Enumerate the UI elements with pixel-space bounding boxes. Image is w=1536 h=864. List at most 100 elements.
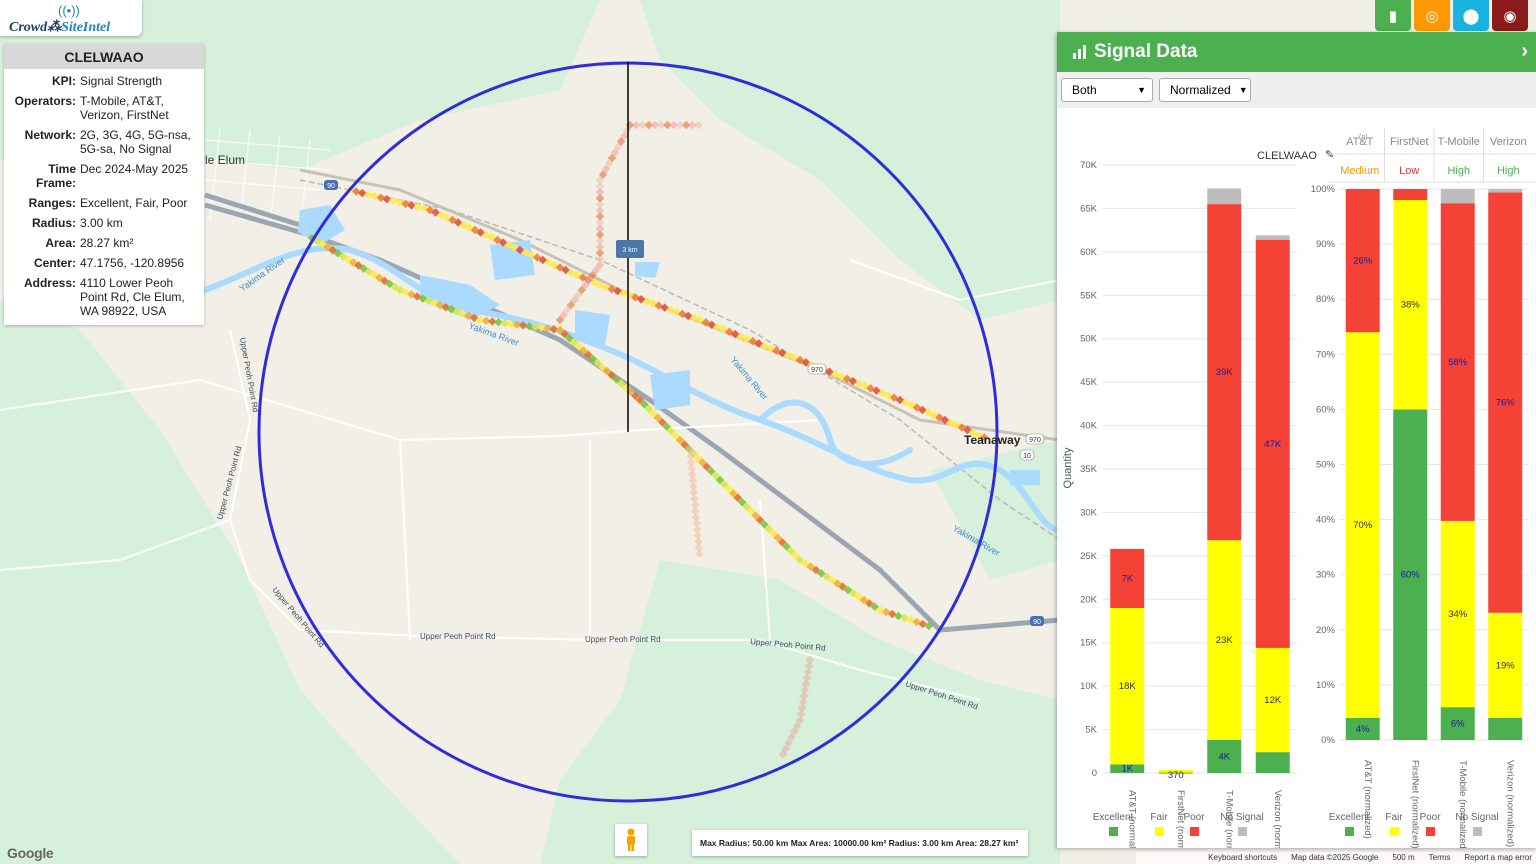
y-tick-label: 10% — [1316, 680, 1336, 691]
legend-label: Fair — [1385, 812, 1403, 823]
info-value: Signal Strength — [80, 74, 163, 88]
site-info-rows: KPI: Signal Strength Operators: T-Mobile, A… — [4, 73, 204, 325]
info-value: 47.1756, -120.8956 — [80, 256, 185, 270]
x-tick-label: Verizon (normalized) — [1272, 790, 1283, 848]
y-tick-label: 5K — [1085, 725, 1097, 736]
operator-header: T-Mobile — [1438, 136, 1480, 148]
collapse-chevron-icon[interactable]: › — [1521, 40, 1528, 63]
legend-swatch — [1426, 827, 1435, 836]
data-label: 39K — [1216, 367, 1234, 378]
y-tick-label: 80% — [1316, 294, 1336, 305]
data-label: 58% — [1448, 357, 1468, 368]
data-label: 6% — [1451, 719, 1465, 730]
legend-label: Excellent — [1329, 812, 1370, 823]
y-tick-label: 20K — [1080, 594, 1098, 605]
y-tick-label: 40% — [1316, 515, 1336, 526]
panel-controls: Both ▼ Normalized ▼ — [1057, 72, 1536, 108]
location-pin-icon[interactable]: ⬤ — [1453, 0, 1489, 31]
keyboard-shortcuts-link[interactable]: Keyboard shortcuts — [1208, 853, 1277, 863]
y-tick-label: 50K — [1080, 334, 1098, 345]
data-label: 70% — [1353, 520, 1373, 531]
data-label: 12K — [1264, 695, 1282, 706]
legend-swatch — [1345, 827, 1354, 836]
signal-data-panel: Signal Data › Both ▼ Normalized ▼ CLELWAAO… — [1057, 32, 1536, 848]
y-tick-label: 50% — [1316, 460, 1336, 471]
info-key: Radius: — [31, 216, 76, 230]
info-row: Ranges: Excellent, Fair, Poor — [4, 195, 204, 211]
map-scale[interactable]: 500 m — [1392, 853, 1414, 863]
y-tick-label: 15K — [1080, 638, 1098, 649]
chevron-down-icon: ▼ — [1238, 85, 1248, 95]
x-tick-label: Verizon (normalized) — [1504, 760, 1515, 847]
data-label: 47K — [1264, 439, 1282, 450]
lake — [650, 370, 690, 410]
terms-link[interactable]: Terms — [1429, 853, 1451, 863]
y-tick-label: 90% — [1316, 239, 1336, 250]
operator-select[interactable]: Both ▼ — [1061, 78, 1153, 102]
y-tick-label: 65K — [1080, 203, 1098, 214]
google-logo: Google — [7, 845, 54, 861]
highway-shield-label: 970 — [1029, 437, 1041, 444]
chart-title: CLELWAAO — [1257, 150, 1317, 162]
y-tick-label: 45K — [1080, 377, 1098, 388]
info-key: Area: — [45, 236, 76, 250]
legend-swatch — [1390, 827, 1399, 836]
y-tick-label: 60K — [1080, 247, 1098, 258]
highway-shield-label: 90 — [1033, 619, 1041, 626]
bar-segment — [1255, 235, 1290, 240]
road-label: Upper Peoh Point Rd — [420, 632, 496, 641]
street-view-pegman-icon[interactable] — [615, 824, 647, 856]
data-label: 23K — [1216, 635, 1234, 646]
info-key: Ranges: — [28, 196, 76, 210]
info-row: KPI: Signal Strength — [4, 73, 204, 89]
bar-segment — [1255, 752, 1290, 773]
target-icon[interactable]: ◎ — [1414, 0, 1450, 31]
data-label: 370 — [1168, 770, 1184, 781]
lake — [575, 310, 610, 345]
legend-label: Poor — [1419, 812, 1441, 823]
antenna-icon: ((•)) — [58, 3, 80, 18]
report-error-link[interactable]: Report a map error — [1464, 853, 1532, 863]
x-tick-label: FirstNet (normalized) — [1409, 760, 1420, 848]
bar-segment — [1488, 189, 1523, 193]
y-tick-label: 70K — [1080, 160, 1098, 171]
info-value: T-Mobile, AT&T, Verizon, FirstNet — [80, 94, 169, 122]
info-key: Center: — [33, 256, 76, 270]
operator-rank: High — [1447, 165, 1470, 177]
info-value: Excellent, Fair, Poor — [80, 196, 188, 210]
chart-icon[interactable]: ▮ — [1375, 0, 1411, 31]
y-tick-label: 35K — [1080, 464, 1098, 475]
info-key: Operators: — [14, 94, 76, 108]
x-tick-label: T-Mobile (normalized) — [1457, 760, 1468, 848]
edit-pencil-icon: ✎ — [1325, 149, 1334, 161]
info-value: 2G, 3G, 4G, 5G-nsa, 5G-sa, No Signal — [80, 128, 191, 156]
info-row: Center: 47.1756, -120.8956 — [4, 255, 204, 271]
info-row: Operators: T-Mobile, AT&T, Verizon, First… — [4, 93, 204, 123]
operator-header: FirstNet — [1390, 136, 1429, 148]
y-tick-label: 0 — [1092, 768, 1097, 779]
y-tick-label: 60% — [1316, 404, 1336, 415]
map-status-box: Max Radius: 50.00 km Max Area: 10000.00 … — [692, 830, 1028, 856]
data-label: 1K — [1121, 764, 1133, 775]
legend-swatch — [1109, 827, 1118, 836]
bar-segment — [1488, 717, 1523, 740]
legend-swatch — [1190, 827, 1199, 836]
legend-label: Excellent — [1093, 812, 1134, 823]
highway-shield-label: 10 — [1023, 453, 1031, 460]
info-value: 28.27 km² — [80, 236, 134, 250]
map-toolbar: ▮ ◎ ⬤ ◉ — [1375, 0, 1528, 31]
mode-select[interactable]: Normalized ▼ — [1159, 78, 1251, 102]
bar-chart-icon — [1073, 45, 1086, 59]
globe-icon[interactable]: ◉ — [1492, 0, 1528, 31]
bar-segment — [1393, 189, 1428, 201]
app-logo[interactable]: ((•)) Crowd⁂SiteIntel — [0, 0, 142, 36]
data-label: 38% — [1401, 300, 1421, 311]
info-value: 3.00 km — [80, 216, 123, 230]
site-info-panel: CLELWAAO KPI: Signal Strength Operators: T-… — [4, 44, 204, 325]
operator-rank: Medium — [1340, 165, 1379, 177]
info-key: KPI: — [52, 74, 76, 88]
radius-tag-text: 3 km — [622, 247, 637, 254]
info-row: Network: 2G, 3G, 4G, 5G-nsa, 5G-sa, No Si… — [4, 127, 204, 157]
data-label: 19% — [1496, 660, 1516, 671]
map-status-text: Max Radius: 50.00 km Max Area: 10000.00 … — [700, 838, 1019, 848]
